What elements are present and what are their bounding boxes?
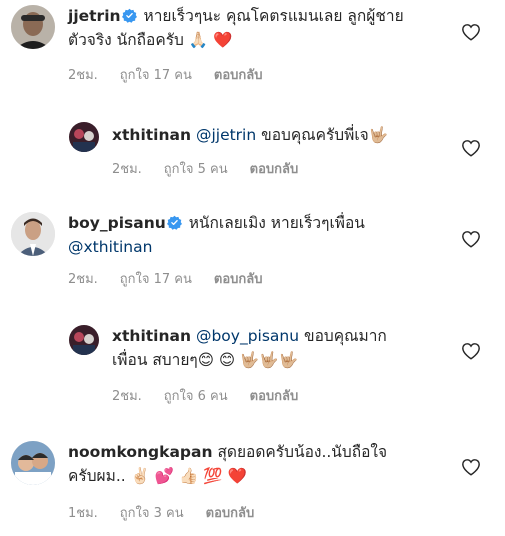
- comment-body-line1: หายเร็วๆนะ คุณโคตรแมนเลย ลูกผู้ชาย: [143, 7, 404, 25]
- comment-meta: 2ชม. ถูกใจ 5 คน ตอบกลับ: [112, 158, 320, 179]
- likes-count[interactable]: ถูกใจ 17 คน: [120, 268, 192, 289]
- reply-button[interactable]: ตอบกลับ: [206, 502, 255, 523]
- comment-time[interactable]: 2ชม.: [112, 385, 142, 406]
- comment-time[interactable]: 2ชม.: [68, 64, 98, 85]
- avatar[interactable]: [11, 212, 55, 256]
- likes-count[interactable]: ถูกใจ 6 คน: [164, 385, 228, 406]
- avatar-image: [69, 325, 99, 355]
- username-link[interactable]: boy_pisanu: [68, 214, 166, 232]
- likes-count[interactable]: ถูกใจ 5 คน: [164, 158, 228, 179]
- reply-button[interactable]: ตอบกลับ: [250, 158, 299, 179]
- reply-button[interactable]: ตอบกลับ: [214, 268, 263, 289]
- comment-reply-xthitinan: xthitinan @boy_pisanu ขอบคุณมาก เพื่อน ส…: [0, 300, 505, 415]
- comment-boy-pisanu: boy_pisanu หนักเลยเมิง หายเร็วๆเพื่อน @x…: [0, 200, 505, 300]
- comment-text: noomkongkapan สุดยอดครับน้อง..นับถือใจ ค…: [68, 440, 448, 488]
- comment-text: boy_pisanu หนักเลยเมิง หายเร็วๆเพื่อน @x…: [68, 211, 448, 259]
- likes-count[interactable]: ถูกใจ 17 คน: [120, 64, 192, 85]
- comment-time[interactable]: 1ชม.: [68, 502, 98, 523]
- comment-time[interactable]: 2ชม.: [112, 158, 142, 179]
- mention-link[interactable]: @jjetrin: [196, 126, 256, 144]
- comment-text: xthitinan @jjetrin ขอบคุณครับพี่เจ🤟🏼: [112, 123, 452, 147]
- reply-button[interactable]: ตอบกลับ: [214, 64, 263, 85]
- comment-meta: 2ชม. ถูกใจ 6 คน ตอบกลับ: [112, 385, 320, 406]
- likes-count[interactable]: ถูกใจ 3 คน: [120, 502, 184, 523]
- comment-meta: 2ชม. ถูกใจ 17 คน ตอบกลับ: [68, 64, 285, 85]
- comment-body-line2: เพื่อน สบายๆ😊 😊 🤟🏼🤟🏼🤟🏼: [112, 351, 298, 369]
- avatar[interactable]: [11, 441, 55, 485]
- avatar[interactable]: [69, 325, 99, 355]
- heart-outline-icon[interactable]: [461, 458, 481, 476]
- comment-noomkongkapan: noomkongkapan สุดยอดครับน้อง..นับถือใจ ค…: [0, 425, 505, 536]
- comment-body: หนักเลยเมิง หายเร็วๆเพื่อน: [188, 214, 365, 232]
- heart-outline-icon[interactable]: [461, 23, 481, 41]
- comment-reply-xthitinan: xthitinan @jjetrin ขอบคุณครับพี่เจ🤟🏼 2ชม…: [0, 95, 505, 190]
- comment-time[interactable]: 2ชม.: [68, 268, 98, 289]
- mention-link[interactable]: @boy_pisanu: [196, 327, 299, 345]
- heart-outline-icon[interactable]: [461, 230, 481, 248]
- comment-body-line1: สุดยอดครับน้อง..นับถือใจ: [217, 443, 388, 461]
- username-link[interactable]: xthitinan: [112, 126, 191, 144]
- username-link[interactable]: noomkongkapan: [68, 443, 213, 461]
- comment-jjetrin: jjetrin หายเร็วๆนะ คุณโคตรแมนเลย ลูกผู้ช…: [0, 0, 505, 95]
- avatar-image: [11, 441, 55, 485]
- comment-body: ขอบคุณครับพี่เจ🤟🏼: [261, 126, 389, 144]
- heart-outline-icon[interactable]: [461, 342, 481, 360]
- verified-badge-icon: [121, 8, 137, 23]
- reply-button[interactable]: ตอบกลับ: [250, 385, 299, 406]
- avatar-image: [11, 5, 55, 49]
- username-link[interactable]: jjetrin: [68, 7, 121, 25]
- avatar-image: [11, 212, 55, 256]
- comment-text: xthitinan @boy_pisanu ขอบคุณมาก เพื่อน ส…: [112, 324, 452, 372]
- username-link[interactable]: xthitinan: [112, 327, 191, 345]
- comment-body-line2: ครับผม.. ✌🏻 💕 👍🏻 💯 ❤️: [68, 467, 247, 485]
- avatar-image: [69, 122, 99, 152]
- comment-body-line2: ตัวจริง นักถือครับ 🙏🏻 ❤️: [68, 31, 233, 49]
- comment-text: jjetrin หายเร็วๆนะ คุณโคตรแมนเลย ลูกผู้ช…: [68, 4, 448, 52]
- comment-meta: 1ชม. ถูกใจ 3 คน ตอบกลับ: [68, 502, 276, 523]
- avatar[interactable]: [11, 5, 55, 49]
- heart-outline-icon[interactable]: [461, 139, 481, 157]
- comment-body-line1: ขอบคุณมาก: [304, 327, 387, 345]
- comment-meta: 2ชม. ถูกใจ 17 คน ตอบกลับ: [68, 268, 285, 289]
- verified-badge-icon: [166, 215, 182, 230]
- avatar[interactable]: [69, 122, 99, 152]
- mention-link[interactable]: @xthitinan: [68, 238, 152, 256]
